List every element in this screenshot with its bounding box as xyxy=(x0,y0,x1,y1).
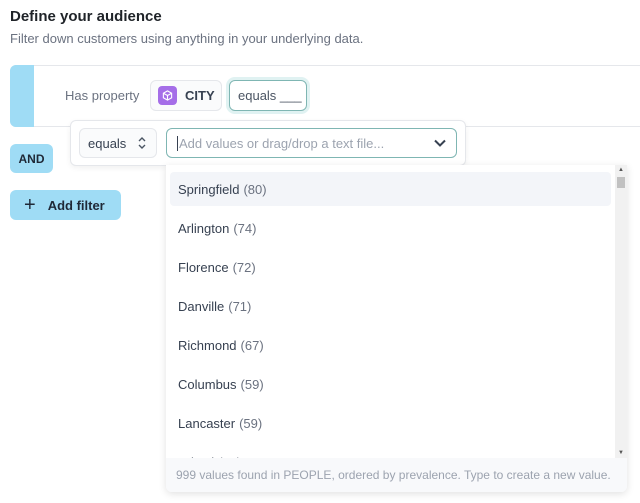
text-caret xyxy=(177,135,178,151)
chevron-down-icon[interactable] xyxy=(434,139,446,147)
option-count: (59) xyxy=(239,415,263,431)
option-name: Florence xyxy=(178,259,229,275)
values-input[interactable]: Add values or drag/drop a text file... xyxy=(166,128,457,158)
option-count: (72) xyxy=(232,259,256,275)
option-count: (80) xyxy=(243,181,267,197)
option-count: (67) xyxy=(240,337,264,353)
option-name: Springfield xyxy=(178,181,240,197)
scroll-up-icon[interactable]: ▲ xyxy=(618,167,624,173)
operator-select[interactable]: equals xyxy=(79,128,157,158)
scroll-down-icon[interactable]: ▼ xyxy=(618,450,624,456)
option-count: (74) xyxy=(233,220,257,236)
values-list: Springfield (80) Arlington (74) Florence (72)… xyxy=(166,165,615,458)
option-name: Arlington xyxy=(178,220,230,236)
page-subtitle: Filter down customers using anything in … xyxy=(10,31,364,46)
dropdown-option[interactable]: Danville (71) xyxy=(170,289,611,323)
dropdown-option[interactable]: Lancaster (59) xyxy=(170,406,611,440)
option-count: (71) xyxy=(228,298,252,314)
plus-icon: + xyxy=(24,194,36,216)
dropdown-option[interactable]: Arlington (74) xyxy=(170,211,611,245)
dropdown-option[interactable]: Springfield (80) xyxy=(170,172,611,206)
scrollbar-thumb[interactable] xyxy=(617,177,625,188)
option-count: (59) xyxy=(240,376,264,392)
chevron-up-down-icon xyxy=(138,137,146,149)
option-name: Danville xyxy=(178,298,225,314)
filter-accent-bar xyxy=(10,65,34,127)
add-filter-button[interactable]: + Add filter xyxy=(10,190,121,220)
option-name: Columbus xyxy=(178,376,237,392)
option-name: Richmond xyxy=(178,337,237,353)
dropdown-option[interactable]: Richmond (67) xyxy=(170,328,611,362)
page-title: Define your audience xyxy=(10,8,162,25)
values-input-placeholder: Add values or drag/drop a text file... xyxy=(179,135,385,151)
operator-value: equals xyxy=(88,135,127,151)
dropdown-option[interactable]: Bristol(58) xyxy=(170,445,611,459)
option-name: Lancaster xyxy=(178,415,236,431)
property-name: CITY xyxy=(185,88,215,103)
dropdown-footer: 999 values found in PEOPLE, ordered by p… xyxy=(166,458,627,492)
property-chip[interactable]: CITY xyxy=(150,80,222,111)
dropdown-option[interactable]: Columbus (59) xyxy=(170,367,611,401)
add-filter-label: Add filter xyxy=(47,197,105,213)
dropdown-option[interactable]: Florence (72) xyxy=(170,250,611,284)
values-dropdown: Springfield (80) Arlington (74) Florence (72)… xyxy=(166,165,627,492)
cube-icon xyxy=(158,86,177,105)
and-button[interactable]: AND xyxy=(10,144,53,173)
operator-chip[interactable]: equals ___ xyxy=(229,80,307,111)
has-property-label: Has property xyxy=(65,88,140,103)
scrollbar[interactable]: ▲ ▼ xyxy=(615,165,627,458)
